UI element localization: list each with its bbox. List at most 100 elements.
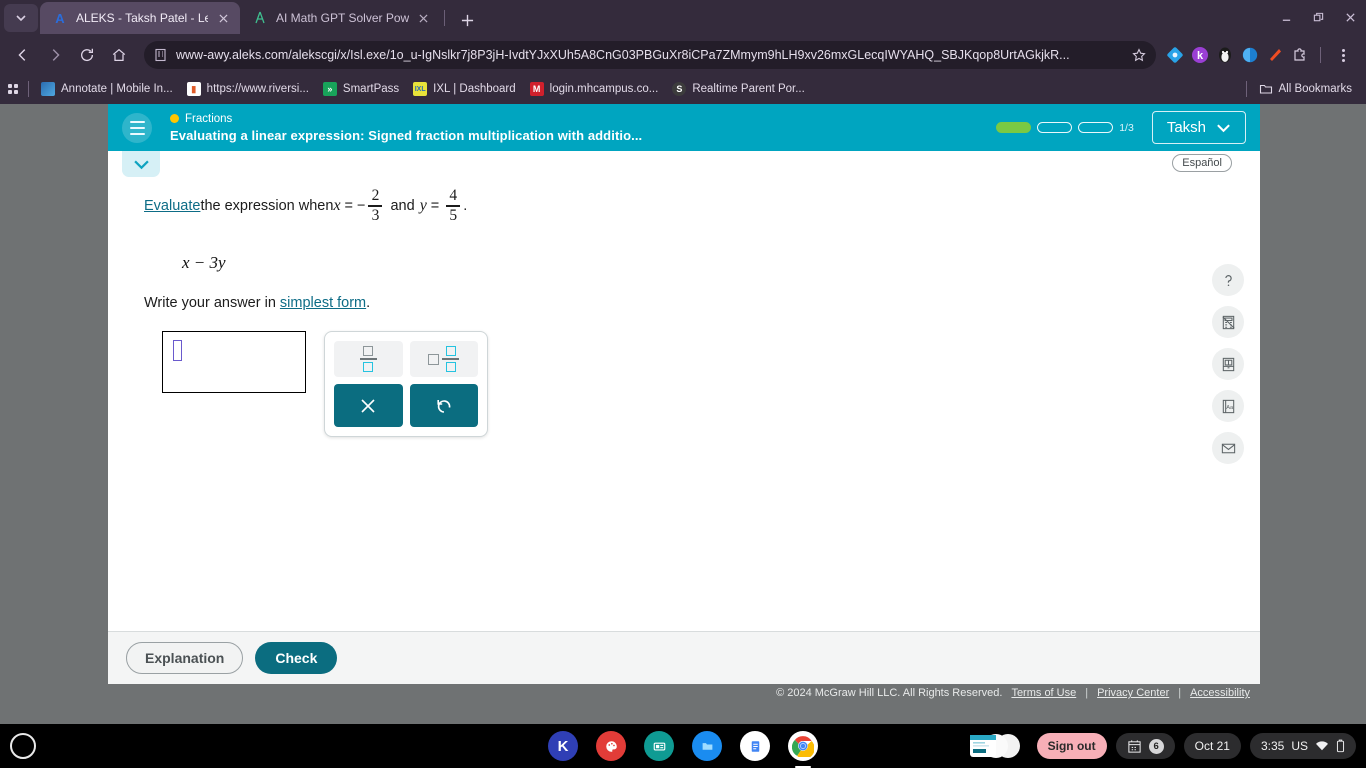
- reference-book-icon[interactable]: [1212, 348, 1244, 380]
- screencast-app-icon[interactable]: [644, 731, 674, 761]
- notification-count: 6: [1148, 738, 1164, 754]
- bookmark-item-1[interactable]: ▮ https://www.riversi...: [181, 79, 315, 99]
- close-window-icon[interactable]: [1334, 0, 1366, 34]
- collapse-header-button[interactable]: [122, 151, 160, 177]
- expression-display: x − 3y: [182, 253, 226, 272]
- undo-button[interactable]: [409, 384, 478, 427]
- answer-input[interactable]: [162, 331, 306, 393]
- topic-label: Fractions: [185, 112, 233, 125]
- home-button[interactable]: [104, 40, 134, 70]
- reload-button[interactable]: [72, 40, 102, 70]
- topic-status-dot-icon: [170, 114, 179, 123]
- kami-app-icon[interactable]: K: [548, 731, 578, 761]
- espanol-toggle[interactable]: Español: [1172, 154, 1232, 172]
- dictionary-icon[interactable]: Aa: [1212, 390, 1244, 422]
- forward-button[interactable]: [40, 40, 70, 70]
- calculator-icon[interactable]: [1212, 306, 1244, 338]
- extension-wedge-icon[interactable]: [1266, 46, 1284, 64]
- apps-grid-icon[interactable]: [8, 84, 18, 94]
- footer-separator: |: [1085, 687, 1089, 699]
- annotate-icon: [41, 82, 55, 96]
- privacy-link[interactable]: Privacy Center: [1097, 687, 1169, 699]
- clear-button[interactable]: [334, 384, 403, 427]
- mail-icon[interactable]: [1212, 432, 1244, 464]
- bookmark-star-icon[interactable]: [1132, 48, 1146, 62]
- all-bookmarks-button[interactable]: All Bookmarks: [1253, 79, 1359, 99]
- bookmark-label: login.mhcampus.co...: [549, 83, 659, 95]
- tab-title: AI Math GPT Solver Powered b: [276, 11, 410, 25]
- browser-menu-button[interactable]: [1332, 48, 1354, 62]
- chevron-down-icon: [133, 160, 149, 169]
- minimize-icon[interactable]: [1270, 0, 1302, 34]
- bookmark-item-2[interactable]: » SmartPass: [317, 79, 405, 99]
- evaluate-link[interactable]: Evaluate: [144, 198, 200, 214]
- close-icon[interactable]: [216, 10, 230, 26]
- terms-link[interactable]: Terms of Use: [1011, 687, 1076, 699]
- calendar-status[interactable]: 6: [1115, 733, 1175, 759]
- action-bar: Explanation Check: [108, 631, 1260, 684]
- paint-app-icon[interactable]: [596, 731, 626, 761]
- launcher-button[interactable]: [10, 733, 36, 759]
- menu-hamburger-icon[interactable]: [122, 112, 152, 143]
- extension-icons: k: [1166, 46, 1358, 64]
- instruction-line: Write your answer in simplest form.: [144, 295, 1260, 311]
- fraction-button[interactable]: [334, 341, 403, 377]
- chart-icon: ▮: [186, 82, 201, 96]
- sign-out-label: Sign out: [1047, 739, 1096, 753]
- maximize-icon[interactable]: [1302, 0, 1334, 34]
- locale-label: US: [1291, 739, 1308, 753]
- shelf-app-list: K: [548, 731, 818, 768]
- bookmark-label: Annotate | Mobile In...: [61, 83, 173, 95]
- calendar-icon: [1127, 739, 1141, 753]
- extension-circle-icon[interactable]: [1241, 46, 1259, 64]
- docs-app-icon[interactable]: [740, 731, 770, 761]
- date-status[interactable]: Oct 21: [1183, 733, 1241, 759]
- progress-tracker: 1/3: [996, 122, 1134, 134]
- window-previews[interactable]: [964, 733, 1028, 759]
- bookmark-item-3[interactable]: IXL IXL | Dashboard: [407, 79, 521, 99]
- extension-kami-icon[interactable]: k: [1191, 46, 1209, 64]
- battery-icon: [1336, 739, 1345, 753]
- denominator: 3: [371, 206, 380, 224]
- variable-y: y: [419, 197, 427, 214]
- footer-separator-2: |: [1178, 687, 1182, 699]
- extension-diamond-icon[interactable]: [1166, 46, 1184, 64]
- back-button[interactable]: [8, 40, 38, 70]
- chrome-app-icon[interactable]: [788, 731, 818, 768]
- address-bar[interactable]: www-awy.aleks.com/alekscgi/x/Isl.exe/1o_…: [144, 41, 1156, 69]
- mixed-number-icon: [428, 346, 460, 372]
- bookmark-item-4[interactable]: M login.mhcampus.co...: [524, 79, 665, 99]
- help-icon[interactable]: [1212, 264, 1244, 296]
- aleks-app: Fractions Evaluating a linear expression…: [108, 104, 1260, 724]
- accessibility-link[interactable]: Accessibility: [1190, 687, 1250, 699]
- tab-strip: A ALEKS - Taksh Patel - Learn AI Math GP…: [0, 0, 1366, 34]
- chevron-down-icon: [1217, 123, 1230, 132]
- realtime-icon: S: [672, 82, 687, 96]
- bookmark-item-5[interactable]: S Realtime Parent Por...: [666, 79, 811, 99]
- folder-icon: [1259, 82, 1273, 96]
- sub-bar: Español: [108, 151, 1260, 183]
- tab-search-button[interactable]: [4, 4, 38, 32]
- aleks-favicon: A: [55, 10, 65, 26]
- progress-count: 1/3: [1119, 121, 1134, 134]
- bookmark-item-0[interactable]: Annotate | Mobile In...: [35, 79, 179, 99]
- explanation-button[interactable]: Explanation: [126, 642, 244, 674]
- browser-tab-0[interactable]: A ALEKS - Taksh Patel - Learn: [40, 2, 240, 34]
- extension-penguin-icon[interactable]: [1216, 46, 1234, 64]
- simplest-form-link[interactable]: simplest form: [280, 295, 366, 311]
- svg-text:Aa: Aa: [1226, 404, 1234, 410]
- check-button[interactable]: Check: [255, 642, 338, 674]
- files-app-icon[interactable]: [692, 731, 722, 761]
- mcgraw-icon: M: [529, 82, 544, 96]
- page-info-icon[interactable]: [154, 48, 168, 62]
- sign-out-button[interactable]: Sign out: [1036, 733, 1107, 759]
- browser-tab-1[interactable]: AI Math GPT Solver Powered b: [240, 2, 440, 34]
- extensions-puzzle-icon[interactable]: [1291, 46, 1309, 64]
- variable-x: x: [333, 197, 341, 214]
- mixed-number-button[interactable]: [409, 341, 478, 377]
- bookmark-label: Realtime Parent Por...: [692, 83, 805, 95]
- system-tray[interactable]: 3:35 US: [1249, 733, 1356, 759]
- close-icon[interactable]: [417, 10, 430, 26]
- new-tab-button[interactable]: [453, 6, 481, 34]
- user-menu-button[interactable]: Taksh: [1151, 111, 1246, 144]
